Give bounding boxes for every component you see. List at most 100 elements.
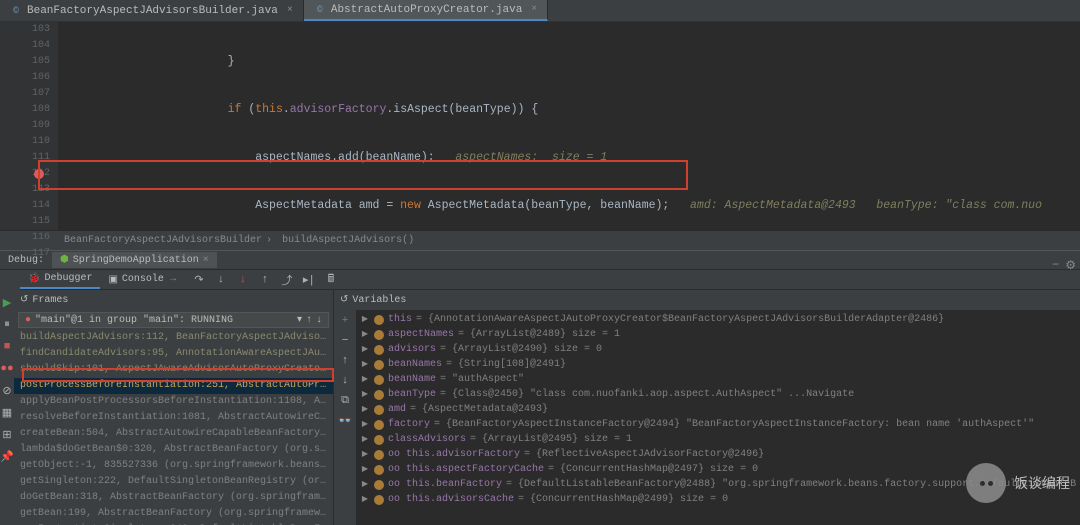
expand-icon[interactable]: ▶ xyxy=(360,447,370,462)
close-icon[interactable]: × xyxy=(531,4,537,15)
code-area[interactable]: } if (this.advisorFactory.isAspect(beanT… xyxy=(58,22,1080,230)
pin-icon[interactable]: 📌 xyxy=(0,450,14,464)
expand-icon[interactable]: ▶ xyxy=(360,357,370,372)
gutter[interactable]: 103 104 105 106 107 108 109 110 111 112 … xyxy=(0,22,58,230)
debug-panels: ▶ ⏸ ■ ●● ⊘ ▦ ⊞ 📌 ↺ Frames ● "main"@1 in … xyxy=(0,290,1080,525)
layout-icon[interactable]: ▦ xyxy=(0,406,14,420)
frame-item[interactable]: shouldSkip:101, AspectJAwareAdvisorAutoP… xyxy=(14,362,333,378)
breadcrumb-class[interactable]: BeanFactoryAspectJAdvisorsBuilder xyxy=(60,235,266,246)
thread-dropdown[interactable]: ● "main"@1 in group "main": RUNNING ▾ ↑ … xyxy=(18,312,329,328)
step-into-icon[interactable]: ↓ xyxy=(214,273,228,287)
gear-icon[interactable]: ⚙ xyxy=(1065,258,1076,273)
close-icon[interactable]: × xyxy=(287,5,293,16)
variable-row[interactable]: ▶aspectNames = {ArrayList@2489} size = 1 xyxy=(356,327,1080,342)
breadcrumb-method[interactable]: buildAspectJAdvisors() xyxy=(278,235,418,246)
frame-item[interactable]: getBean:199, AbstractBeanFactory (org.sp… xyxy=(14,506,333,522)
frame-item[interactable]: applyBeanPostProcessorsBeforeInstantiati… xyxy=(14,394,333,410)
variable-name: oo this.beanFactory xyxy=(388,477,502,492)
glasses-icon[interactable]: 👓 xyxy=(338,414,352,428)
expand-icon[interactable]: ▶ xyxy=(360,462,370,477)
mute-breakpoints-icon[interactable]: ⊘ xyxy=(0,384,14,398)
frames-list[interactable]: buildAspectJAdvisors:112, BeanFactoryAsp… xyxy=(14,330,333,525)
up-icon[interactable]: ↑ xyxy=(338,354,352,368)
frame-item[interactable]: findCandidateAdvisors:95, AnnotationAwar… xyxy=(14,346,333,362)
run-to-cursor-icon[interactable]: ▸| xyxy=(302,273,316,287)
pause-icon[interactable]: ⏸ xyxy=(0,318,14,332)
thread-icon: ● xyxy=(25,315,31,326)
debug-config-name: SpringDemoApplication xyxy=(73,255,199,266)
variable-row[interactable]: ▶oo this.advisorFactory = {ReflectiveAsp… xyxy=(356,447,1080,462)
expand-icon[interactable]: ▶ xyxy=(360,492,370,507)
frame-item[interactable]: lambda$doGetBean$0:320, AbstractBeanFact… xyxy=(14,442,333,458)
variable-row[interactable]: ▶factory = {BeanFactoryAspectInstanceFac… xyxy=(356,417,1080,432)
next-frame-icon[interactable]: ↓ xyxy=(316,315,322,326)
breadcrumb[interactable]: BeanFactoryAspectJAdvisorsBuilder› build… xyxy=(0,230,1080,250)
expand-icon[interactable]: ▶ xyxy=(360,312,370,327)
frame-item[interactable]: createBean:504, AbstractAutowireCapableB… xyxy=(14,426,333,442)
debug-subtabs: 🐞 Debugger ▣ Console → ↷ ↓ ↓ ↑ ⤴ ▸| 🖩 xyxy=(0,270,1080,290)
expand-icon[interactable]: ▶ xyxy=(360,477,370,492)
expand-icon[interactable]: ▶ xyxy=(360,327,370,342)
java-file-icon: © xyxy=(10,5,22,17)
debug-config-tab[interactable]: ⬢ SpringDemoApplication × xyxy=(52,252,217,268)
drop-frame-icon[interactable]: ⤴ xyxy=(280,273,294,287)
variable-value: = {ConcurrentHashMap@2497} size = 0 xyxy=(548,462,758,477)
step-over-icon[interactable]: ↷ xyxy=(192,273,206,287)
frame-item[interactable]: postProcessBeforeInstantiation:251, Abst… xyxy=(14,378,333,394)
expand-icon[interactable]: ▶ xyxy=(360,387,370,402)
variable-row[interactable]: ▶this = {AnnotationAwareAspectJAutoProxy… xyxy=(356,312,1080,327)
line-number: 111 xyxy=(0,150,50,166)
variable-value: = "authAspect" xyxy=(440,372,524,387)
line-number: 103 xyxy=(0,22,50,38)
expand-icon[interactable]: ▶ xyxy=(360,342,370,357)
variable-name: oo this.advisorFactory xyxy=(388,447,520,462)
tab-abstractautoproxy[interactable]: © AbstractAutoProxyCreator.java × xyxy=(304,0,548,21)
frame-item[interactable]: doGetBean:318, AbstractBeanFactory (org.… xyxy=(14,490,333,506)
duplicate-icon[interactable]: ⧉ xyxy=(338,394,352,408)
frame-item[interactable]: resolveBeforeInstantiation:1081, Abstrac… xyxy=(14,410,333,426)
variable-row[interactable]: ▶beanNames = {String[108]@2491} xyxy=(356,357,1080,372)
view-breakpoints-icon[interactable]: ●● xyxy=(0,362,14,376)
remove-watch-icon[interactable]: − xyxy=(338,334,352,348)
restore-layout-icon[interactable]: ↺ xyxy=(20,294,28,306)
variable-row[interactable]: ▶beanType = {Class@2450} "class com.nuof… xyxy=(356,387,1080,402)
expand-icon[interactable]: ▶ xyxy=(360,432,370,447)
variable-row[interactable]: ▶classAdvisors = {ArrayList@2495} size =… xyxy=(356,432,1080,447)
variable-row[interactable]: ▶advisors = {ArrayList@2490} size = 0 xyxy=(356,342,1080,357)
step-toolbar: ↷ ↓ ↓ ↑ ⤴ ▸| 🖩 xyxy=(184,273,346,287)
stop-icon[interactable]: ■ xyxy=(0,340,14,354)
expand-icon[interactable]: ▶ xyxy=(360,372,370,387)
add-watch-icon[interactable]: + xyxy=(338,314,352,328)
settings-icon[interactable]: ⊞ xyxy=(0,428,14,442)
expand-icon[interactable]: ▶ xyxy=(360,417,370,432)
restore-layout-icon[interactable]: ↺ xyxy=(340,294,348,306)
breakpoint-icon[interactable] xyxy=(34,169,44,179)
tab-label: Debugger xyxy=(44,273,92,284)
frame-item[interactable]: getObject:-1, 835527336 (org.springframe… xyxy=(14,458,333,474)
prev-frame-icon[interactable]: ↑ xyxy=(306,315,312,326)
tab-beanfactory[interactable]: © BeanFactoryAspectJAdvisorsBuilder.java… xyxy=(0,0,304,21)
debugger-tab[interactable]: 🐞 Debugger xyxy=(20,271,100,289)
down-icon[interactable]: ↓ xyxy=(338,374,352,388)
step-out-icon[interactable]: ↑ xyxy=(258,273,272,287)
console-tab[interactable]: ▣ Console → xyxy=(100,272,183,288)
variables-header: ↺ Variables xyxy=(334,290,1080,310)
resume-icon[interactable]: ▶ xyxy=(0,296,14,310)
line-number: 105 xyxy=(0,54,50,70)
frame-item[interactable]: getSingleton:222, DefaultSingletonBeanRe… xyxy=(14,474,333,490)
variable-icon xyxy=(374,375,384,385)
variable-row[interactable]: ▶amd = {AspectMetadata@2493} xyxy=(356,402,1080,417)
close-icon[interactable]: × xyxy=(203,255,209,266)
variable-icon xyxy=(374,330,384,340)
frame-item[interactable]: buildAspectJAdvisors:112, BeanFactoryAsp… xyxy=(14,330,333,346)
force-step-into-icon[interactable]: ↓ xyxy=(236,273,250,287)
variable-name: amd xyxy=(388,402,406,417)
variable-name: oo this.aspectFactoryCache xyxy=(388,462,544,477)
expand-icon[interactable]: ▶ xyxy=(360,402,370,417)
evaluate-icon[interactable]: 🖩 xyxy=(324,273,338,287)
variable-icon xyxy=(374,390,384,400)
variable-value: = {AnnotationAwareAspectJAutoProxyCreato… xyxy=(416,312,944,327)
variable-value: = {BeanFactoryAspectInstanceFactory@2494… xyxy=(434,417,1034,432)
variable-row[interactable]: ▶beanName = "authAspect" xyxy=(356,372,1080,387)
minimize-icon[interactable]: − xyxy=(1052,258,1059,273)
